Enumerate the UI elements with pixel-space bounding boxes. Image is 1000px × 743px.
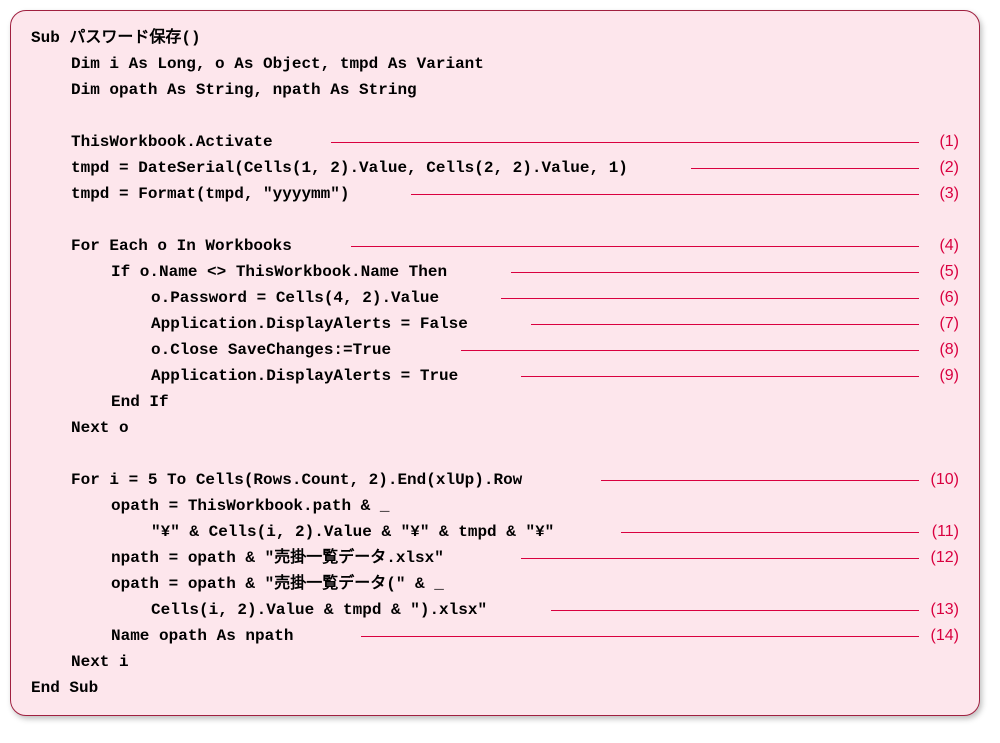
annotation-leader xyxy=(351,246,919,247)
code-line: Dim opath As String, npath As String xyxy=(31,77,959,103)
code-text: For i = 5 To Cells(Rows.Count, 2).End(xl… xyxy=(31,471,528,489)
code-line xyxy=(31,207,959,233)
code-text xyxy=(31,211,77,229)
code-line: o.Close SaveChanges:=True (8) xyxy=(31,337,959,363)
code-text: Next i xyxy=(31,653,135,671)
code-text: Next o xyxy=(31,419,135,437)
annotation-leader xyxy=(361,636,919,637)
annotation-number: (9) xyxy=(933,363,959,389)
code-text: Name opath As npath xyxy=(31,627,299,645)
code-text xyxy=(31,107,77,125)
code-line: End Sub xyxy=(31,675,959,701)
code-text: If o.Name <> ThisWorkbook.Name Then xyxy=(31,263,453,281)
code-text: opath = ThisWorkbook.path & _ xyxy=(31,497,395,515)
code-line: Cells(i, 2).Value & tmpd & ").xlsx" (13) xyxy=(31,597,959,623)
code-line: o.Password = Cells(4, 2).Value (6) xyxy=(31,285,959,311)
annotation-leader xyxy=(601,480,919,481)
code-line: Application.DisplayAlerts = True (9) xyxy=(31,363,959,389)
code-line: Name opath As npath (14) xyxy=(31,623,959,649)
code-text: Dim opath As String, npath As String xyxy=(31,81,423,99)
code-line: Sub パスワード保存() xyxy=(31,25,959,51)
annotation-leader xyxy=(461,350,919,351)
code-text: Cells(i, 2).Value & tmpd & ").xlsx" xyxy=(31,601,493,619)
code-line xyxy=(31,441,959,467)
annotation-number: (13) xyxy=(925,597,959,623)
code-panel: Sub パスワード保存() Dim i As Long, o As Object,… xyxy=(10,10,980,716)
annotation-leader xyxy=(531,324,919,325)
code-text: Sub パスワード保存() xyxy=(31,29,207,47)
code-text: "¥" & Cells(i, 2).Value & "¥" & tmpd & "… xyxy=(31,523,560,541)
code-text: npath = opath & "売掛一覧データ.xlsx" xyxy=(31,549,450,567)
code-line: tmpd = DateSerial(Cells(1, 2).Value, Cel… xyxy=(31,155,959,181)
code-text: End If xyxy=(31,393,175,411)
annotation-number: (10) xyxy=(925,467,959,493)
annotation-leader xyxy=(521,376,919,377)
annotation-number: (11) xyxy=(926,519,959,545)
code-line: Application.DisplayAlerts = False (7) xyxy=(31,311,959,337)
code-text: Application.DisplayAlerts = True xyxy=(31,367,464,385)
code-text: Application.DisplayAlerts = False xyxy=(31,315,474,333)
code-line: Next o xyxy=(31,415,959,441)
code-text xyxy=(31,445,77,463)
code-line: End If xyxy=(31,389,959,415)
annotation-leader xyxy=(411,194,919,195)
annotation-number: (5) xyxy=(933,259,959,285)
code-line xyxy=(31,103,959,129)
code-line: For i = 5 To Cells(Rows.Count, 2).End(xl… xyxy=(31,467,959,493)
code-line: Dim i As Long, o As Object, tmpd As Vari… xyxy=(31,51,959,77)
code-line: If o.Name <> ThisWorkbook.Name Then (5) xyxy=(31,259,959,285)
code-text: For Each o In Workbooks xyxy=(31,237,298,255)
annotation-number: (4) xyxy=(933,233,959,259)
annotation-leader xyxy=(521,558,919,559)
annotation-number: (8) xyxy=(933,337,959,363)
annotation-leader xyxy=(621,532,919,533)
code-line: ThisWorkbook.Activate (1) xyxy=(31,129,959,155)
code-line: "¥" & Cells(i, 2).Value & "¥" & tmpd & "… xyxy=(31,519,959,545)
code-text: o.Close SaveChanges:=True xyxy=(31,341,397,359)
annotation-leader xyxy=(691,168,919,169)
annotation-leader xyxy=(501,298,919,299)
code-text: Dim i As Long, o As Object, tmpd As Vari… xyxy=(31,55,490,73)
code-text: opath = opath & "売掛一覧データ(" & _ xyxy=(31,575,450,593)
code-text: tmpd = Format(tmpd, "yyyymm") xyxy=(31,185,355,203)
annotation-number: (12) xyxy=(925,545,959,571)
annotation-number: (7) xyxy=(933,311,959,337)
annotation-number: (1) xyxy=(933,129,959,155)
code-text: o.Password = Cells(4, 2).Value xyxy=(31,289,445,307)
code-line: For Each o In Workbooks (4) xyxy=(31,233,959,259)
code-line: npath = opath & "売掛一覧データ.xlsx" (12) xyxy=(31,545,959,571)
annotation-number: (6) xyxy=(933,285,959,311)
annotation-leader xyxy=(511,272,919,273)
code-line: Next i xyxy=(31,649,959,675)
annotation-leader xyxy=(331,142,919,143)
annotation-number: (2) xyxy=(933,155,959,181)
code-line: opath = ThisWorkbook.path & _ xyxy=(31,493,959,519)
code-text: End Sub xyxy=(31,679,104,697)
code-line: tmpd = Format(tmpd, "yyyymm") (3) xyxy=(31,181,959,207)
annotation-leader xyxy=(551,610,919,611)
annotation-number: (14) xyxy=(925,623,959,649)
code-line: opath = opath & "売掛一覧データ(" & _ xyxy=(31,571,959,597)
code-text: tmpd = DateSerial(Cells(1, 2).Value, Cel… xyxy=(31,159,634,177)
annotation-number: (3) xyxy=(933,181,959,207)
code-text: ThisWorkbook.Activate xyxy=(31,133,279,151)
